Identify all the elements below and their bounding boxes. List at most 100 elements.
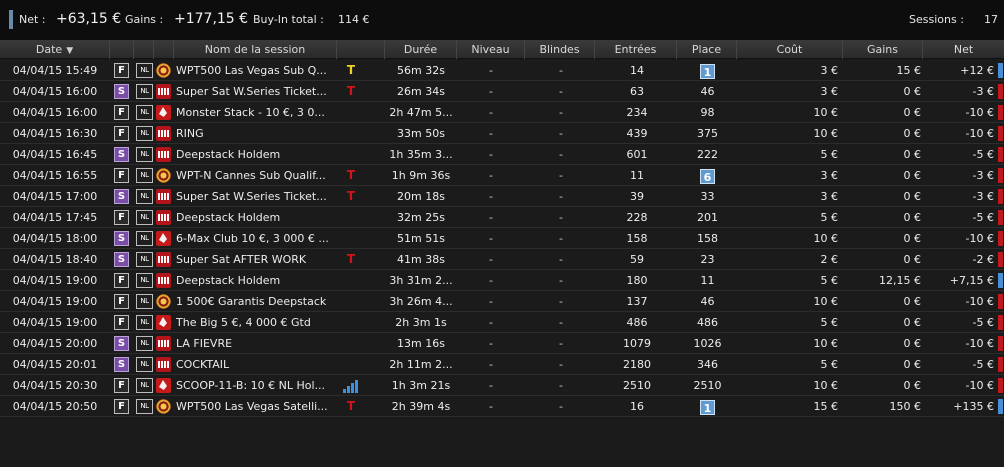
session-level: - xyxy=(489,85,493,98)
col-gains[interactable]: Gains xyxy=(843,40,923,59)
col-name[interactable]: Nom de la session xyxy=(174,40,337,59)
col-extra[interactable] xyxy=(337,40,385,59)
net-positive-indicator xyxy=(998,63,1003,78)
session-name[interactable]: Monster Stack - 10 €, 3 0... xyxy=(176,102,338,123)
session-gains: 0 € xyxy=(903,106,922,119)
table-row[interactable]: 04/04/15 16:00 F NL Monster Stack - 10 €, 3… xyxy=(0,102,1004,123)
table-row[interactable]: 04/04/15 20:30 F NL SCOOP-11-B: 10 € NL Hol… xyxy=(0,375,1004,396)
session-cost: 10 € xyxy=(813,337,839,350)
session-gains: 0 € xyxy=(903,358,922,371)
session-name[interactable]: Deepstack Holdem xyxy=(176,270,338,291)
table-row[interactable]: 04/04/15 19:00 F NL Deepstack Holdem 3h 31m … xyxy=(0,270,1004,291)
session-extra-cell xyxy=(340,375,362,396)
session-place: 158 xyxy=(697,232,718,245)
session-name[interactable]: SCOOP-11-B: 10 € NL Hol... xyxy=(176,375,338,396)
session-name[interactable]: WPT500 Las Vegas Satelli... xyxy=(176,396,338,417)
summary-bar: Net : +63,15 € Gains : +177,15 € Buy-In … xyxy=(0,0,1004,40)
session-place: 375 xyxy=(697,127,718,140)
session-name[interactable]: The Big 5 €, 4 000 € Gtd xyxy=(176,312,338,333)
room-cell xyxy=(156,207,172,228)
col-net[interactable]: Net xyxy=(923,40,1004,59)
net-negative-indicator xyxy=(998,189,1003,204)
col-cost[interactable]: Coût xyxy=(737,40,843,59)
pmu-icon xyxy=(156,231,171,246)
session-name[interactable]: COCKTAIL xyxy=(176,354,338,375)
session-name[interactable]: 6-Max Club 10 €, 3 000 € ... xyxy=(176,228,338,249)
session-level: - xyxy=(489,169,493,182)
room-cell xyxy=(156,291,172,312)
session-name[interactable]: Super Sat W.Series Ticket... xyxy=(176,81,338,102)
table-row[interactable]: 04/04/15 17:45 F NL Deepstack Holdem 32m 25s… xyxy=(0,207,1004,228)
ticket-red-icon: T xyxy=(346,252,356,266)
net-positive-indicator xyxy=(998,399,1003,414)
table-row[interactable]: 04/04/15 20:00 S NL LA FIEVRE 13m 16s - - 1079 1… xyxy=(0,333,1004,354)
session-place: 98 xyxy=(700,106,715,119)
table-row[interactable]: 04/04/15 16:55 F NL WPT-N Cannes Sub Qualif… xyxy=(0,165,1004,186)
col-entries[interactable]: Entrées xyxy=(595,40,677,59)
session-gains: 0 € xyxy=(903,253,922,266)
session-type-cell: F xyxy=(114,396,130,417)
session-cost: 3 € xyxy=(820,169,839,182)
session-name[interactable]: Deepstack Holdem xyxy=(176,207,338,228)
sessions-count: 17 xyxy=(984,13,998,26)
table-row[interactable]: 04/04/15 18:40 S NL Super Sat AFTER WORK T 41… xyxy=(0,249,1004,270)
session-date: 04/04/15 18:00 xyxy=(12,232,98,245)
session-name[interactable]: RING xyxy=(176,123,338,144)
session-name[interactable]: 1 500€ Garantis Deepstack xyxy=(176,291,338,312)
table-row[interactable]: 04/04/15 19:00 F NL 1 500€ Garantis Deepsta… xyxy=(0,291,1004,312)
session-entries: 2180 xyxy=(623,358,651,371)
room-cell xyxy=(156,102,172,123)
table-row[interactable]: 04/04/15 17:00 S NL Super Sat W.Series Tick… xyxy=(0,186,1004,207)
table-row[interactable]: 04/04/15 16:45 S NL Deepstack Holdem 1h 35m … xyxy=(0,144,1004,165)
session-duration: 3h 31m 2... xyxy=(389,274,453,287)
session-place: 46 xyxy=(700,85,715,98)
session-type-cell: S xyxy=(114,144,130,165)
session-entries: 59 xyxy=(630,253,644,266)
session-gains: 12,15 € xyxy=(879,274,921,287)
session-name[interactable]: Deepstack Holdem xyxy=(176,144,338,165)
no-limit-badge-icon: NL xyxy=(136,168,153,183)
session-gains: 0 € xyxy=(903,127,922,140)
room-cell xyxy=(156,228,172,249)
no-limit-badge-icon: NL xyxy=(136,126,153,141)
session-type-cell: S xyxy=(114,228,130,249)
col-type[interactable] xyxy=(110,40,134,59)
session-name[interactable]: Super Sat W.Series Ticket... xyxy=(176,186,338,207)
net-negative-indicator xyxy=(998,336,1003,351)
col-place[interactable]: Place xyxy=(677,40,737,59)
game-type-cell: NL xyxy=(136,249,154,270)
col-date[interactable]: Date ▼ xyxy=(0,40,110,59)
game-type-cell: NL xyxy=(136,375,154,396)
col-room[interactable] xyxy=(154,40,174,59)
col-duration[interactable]: Durée xyxy=(385,40,457,59)
session-blinds: - xyxy=(559,106,563,119)
table-row[interactable]: 04/04/15 16:30 F NL RING 33m 50s - - 439 375 10 €… xyxy=(0,123,1004,144)
session-name[interactable]: WPT-N Cannes Sub Qualif... xyxy=(176,165,338,186)
session-name[interactable]: Super Sat AFTER WORK xyxy=(176,249,338,270)
col-level[interactable]: Niveau xyxy=(457,40,525,59)
session-place: 33 xyxy=(700,190,715,203)
pmu-icon xyxy=(156,105,171,120)
unibet-icon xyxy=(156,210,171,225)
freezeout-badge-icon: F xyxy=(114,399,129,414)
table-row[interactable]: 04/04/15 15:49 F NL WPT500 Las Vegas Sub Q.… xyxy=(0,60,1004,81)
sessions-label: Sessions : xyxy=(909,13,964,26)
table-row[interactable]: 04/04/15 20:50 F NL WPT500 Las Vegas Satell… xyxy=(0,396,1004,417)
buyin-total: 114 € xyxy=(338,13,370,26)
session-cost: 10 € xyxy=(813,106,839,119)
table-row[interactable]: 04/04/15 20:01 S NL COCKTAIL 2h 11m 2... - - 21… xyxy=(0,354,1004,375)
table-empty-area xyxy=(0,418,1004,467)
col-blinds[interactable]: Blindes xyxy=(525,40,595,59)
no-limit-badge-icon: NL xyxy=(136,147,153,162)
col-game[interactable] xyxy=(134,40,154,59)
session-type-cell: F xyxy=(114,375,130,396)
session-name[interactable]: WPT500 Las Vegas Sub Q... xyxy=(176,60,338,81)
game-type-cell: NL xyxy=(136,81,154,102)
table-row[interactable]: 04/04/15 16:00 S NL Super Sat W.Series Tick… xyxy=(0,81,1004,102)
session-duration: 2h 11m 2... xyxy=(389,358,453,371)
table-row[interactable]: 04/04/15 18:00 S NL 6-Max Club 10 €, 3 000 … xyxy=(0,228,1004,249)
session-name[interactable]: LA FIEVRE xyxy=(176,333,338,354)
session-date: 04/04/15 20:30 xyxy=(12,379,98,392)
table-row[interactable]: 04/04/15 19:00 F NL The Big 5 €, 4 000 € Gt… xyxy=(0,312,1004,333)
net-negative-indicator xyxy=(998,210,1003,225)
